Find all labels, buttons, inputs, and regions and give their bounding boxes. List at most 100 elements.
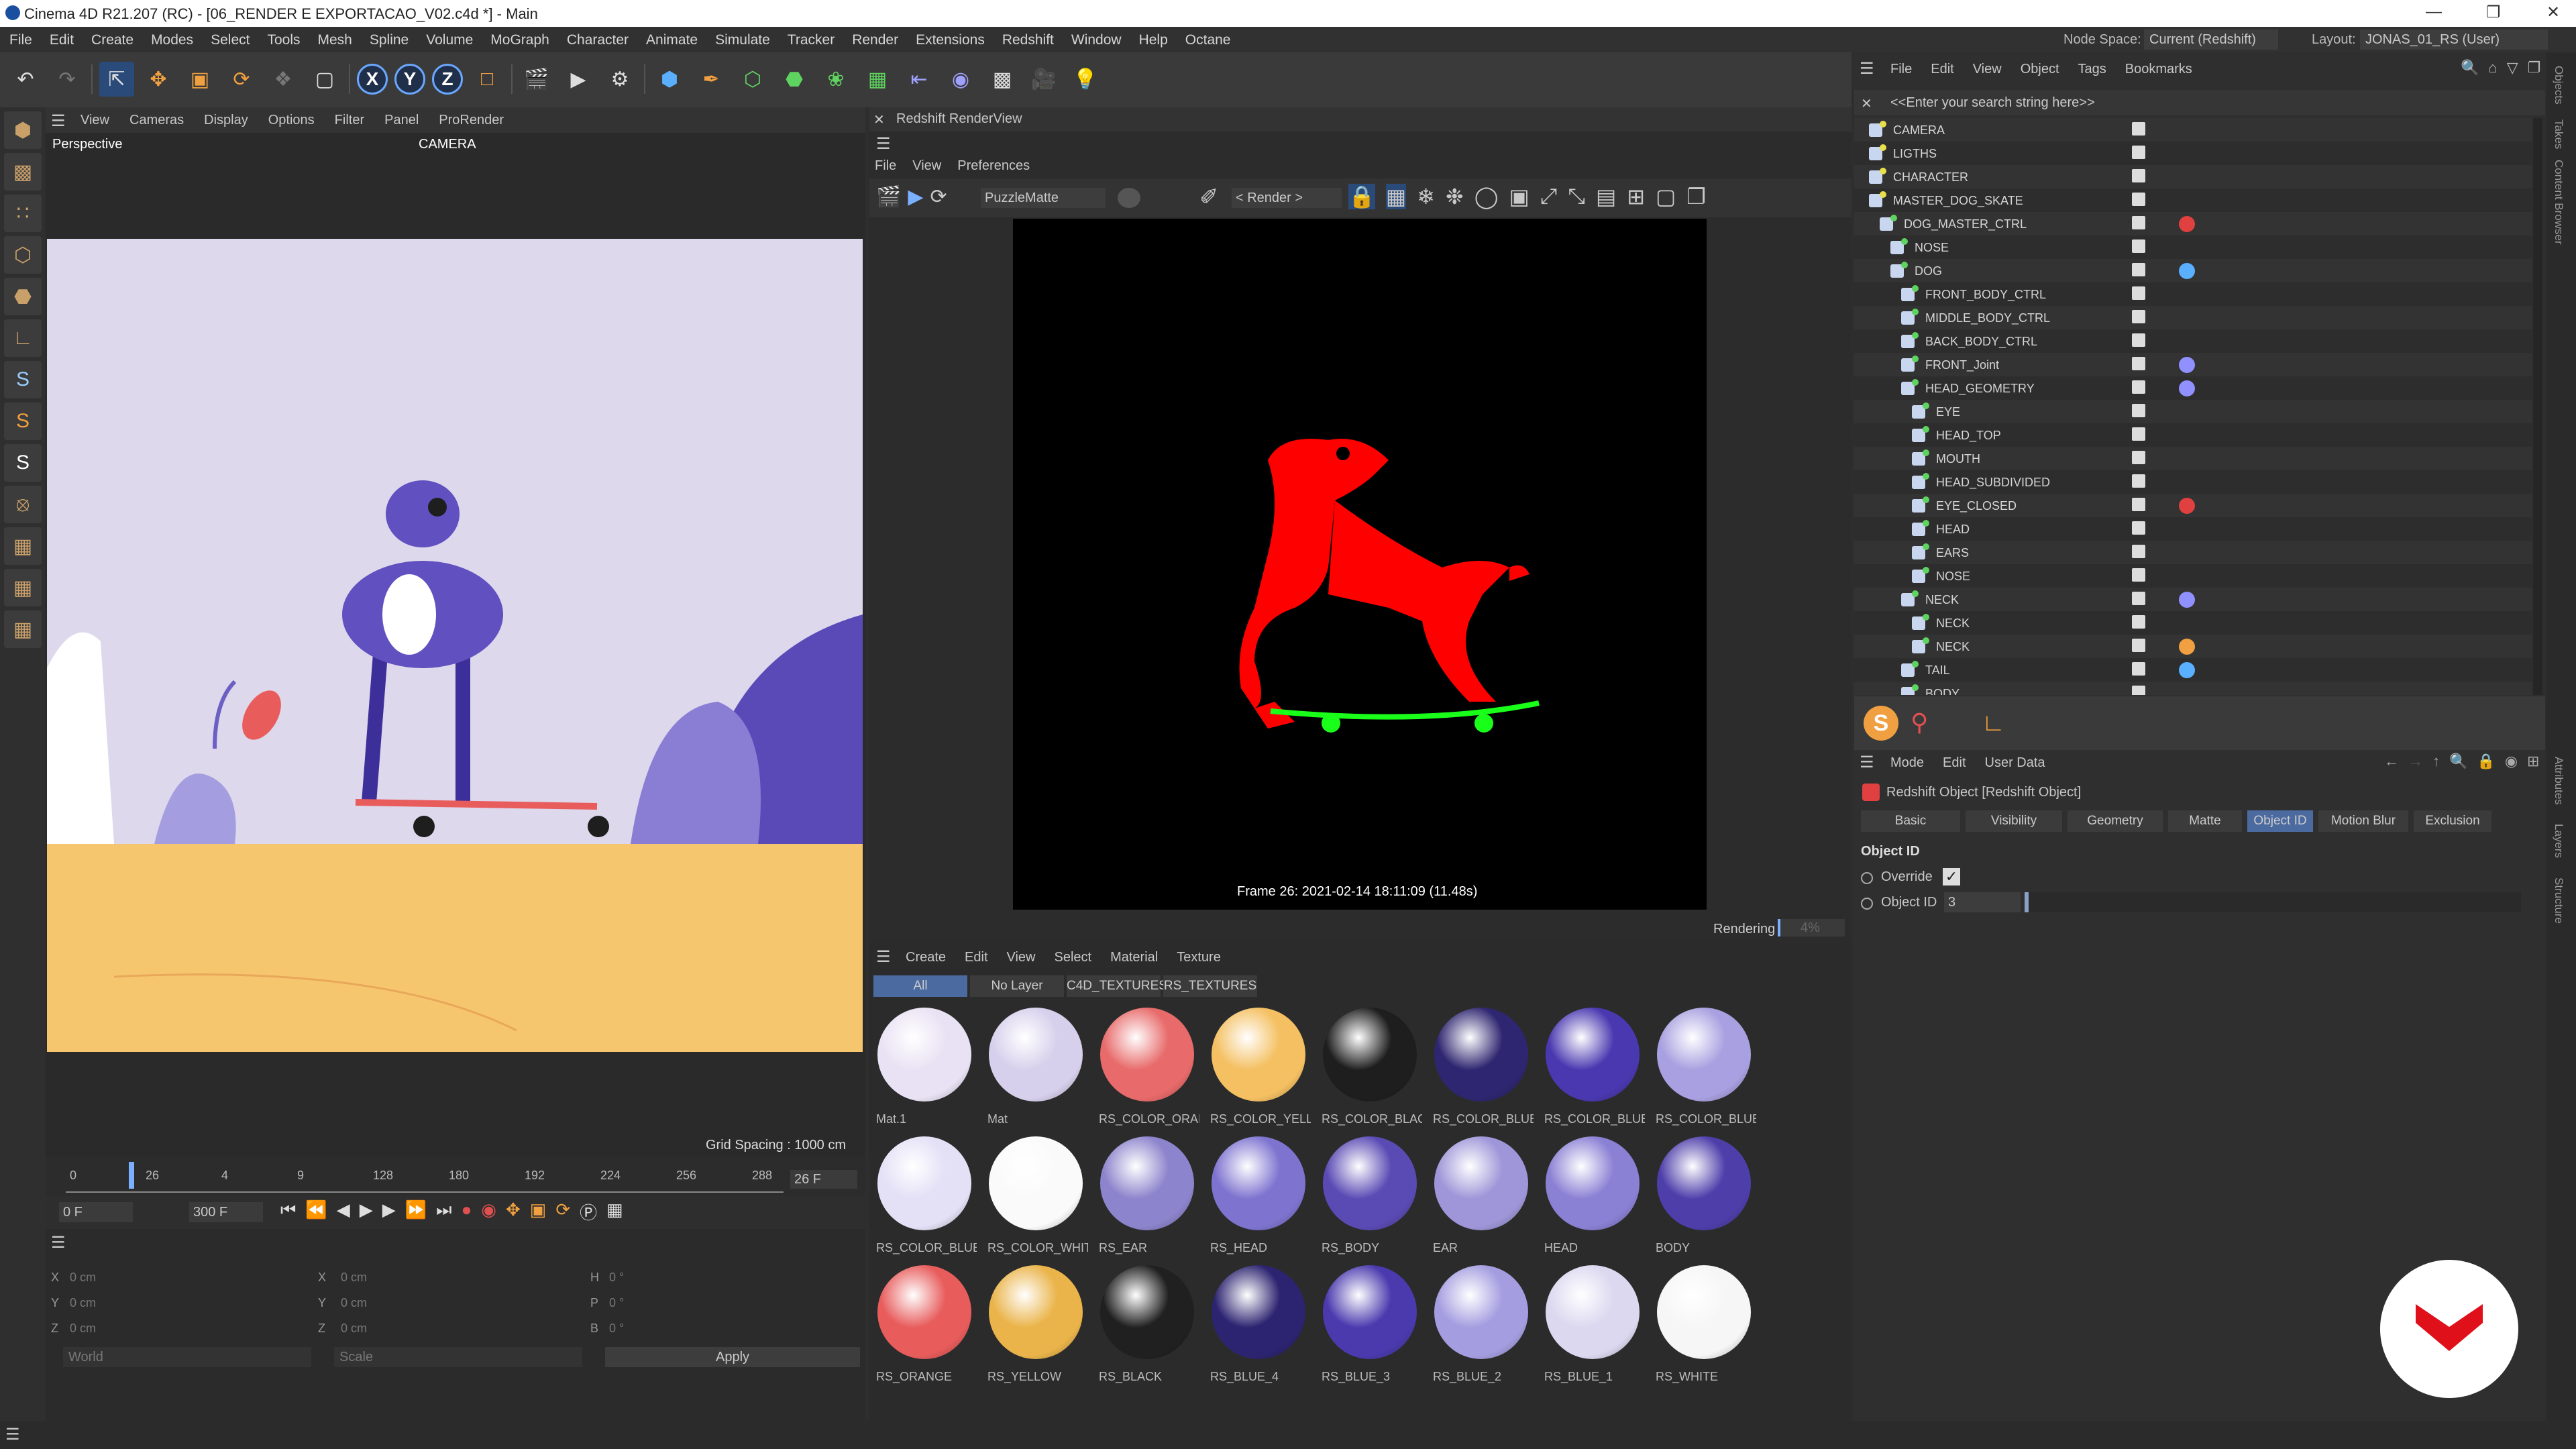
- viewport-menu-icon[interactable]: ☰: [51, 111, 66, 131]
- snapshot-icon[interactable]: ▢: [1656, 184, 1676, 209]
- material-menu-item-0[interactable]: Create: [906, 950, 946, 965]
- visibility-dot-icon[interactable]: [1880, 144, 1886, 151]
- object-id-field[interactable]: 3: [1944, 892, 2021, 912]
- object-enable-checkbox[interactable]: [2132, 310, 2145, 323]
- menu-item-3[interactable]: Modes: [151, 32, 193, 48]
- subdivision-icon[interactable]: ⬡: [735, 62, 770, 97]
- z-axis-icon[interactable]: Z: [432, 64, 463, 95]
- object-row[interactable]: EARS: [1854, 541, 2532, 564]
- rotate-icon[interactable]: ⟳: [224, 62, 259, 97]
- menu-item-7[interactable]: Spline: [370, 32, 409, 48]
- cloner-icon[interactable]: ❀: [818, 62, 853, 97]
- attribute-search-icon[interactable]: 🔍: [2449, 753, 2467, 770]
- size-z-field[interactable]: 0 cm: [341, 1322, 367, 1336]
- minimize-icon[interactable]: —: [2426, 3, 2442, 21]
- visibility-dot-icon[interactable]: [1912, 285, 1919, 292]
- object-tag-icon[interactable]: [2179, 357, 2195, 373]
- attribute-tab-5[interactable]: Motion Blur: [2318, 810, 2408, 832]
- edges-mode-icon[interactable]: ⬡: [4, 236, 42, 274]
- coordinate-system-icon[interactable]: □: [470, 62, 504, 97]
- material-menu-item-4[interactable]: Material: [1110, 950, 1158, 965]
- visibility-dot-icon[interactable]: [1923, 473, 1929, 480]
- back-arrow-icon[interactable]: ←: [2384, 753, 2399, 770]
- material-swatch[interactable]: RS_EAR: [1096, 1134, 1198, 1258]
- object-enable-checkbox[interactable]: [2132, 357, 2145, 370]
- attribute-tab-1[interactable]: Visibility: [1966, 810, 2062, 832]
- object-menu-item-4[interactable]: Tags: [2078, 62, 2106, 77]
- material-swatch[interactable]: RS_ORANGE: [873, 1263, 975, 1387]
- object-enable-checkbox[interactable]: [2132, 216, 2145, 229]
- clapper-icon[interactable]: 🎬: [876, 185, 901, 209]
- side-tab-1[interactable]: Takes: [2552, 119, 2565, 149]
- up-arrow-icon[interactable]: ↑: [2432, 753, 2440, 770]
- object-menu-item-2[interactable]: View: [1973, 62, 2002, 77]
- go-to-start-icon[interactable]: ⏮: [280, 1199, 296, 1224]
- side-tab-2[interactable]: Content Browser: [2552, 160, 2565, 245]
- axis-mode-icon[interactable]: ∟: [4, 319, 42, 357]
- material-menu-item-2[interactable]: View: [1007, 950, 1036, 965]
- light-icon[interactable]: 💡: [1068, 62, 1103, 97]
- object-enable-checkbox[interactable]: [2132, 521, 2145, 535]
- object-row[interactable]: MASTER_DOG_SKATE: [1854, 189, 2532, 212]
- object-menu-item-0[interactable]: File: [1890, 62, 1912, 77]
- select-tool-icon[interactable]: ⇱: [99, 62, 134, 97]
- aov-dropdown[interactable]: PuzzleMatte: [981, 188, 1106, 208]
- layout-dropdown[interactable]: JONAS_01_RS (User): [2360, 30, 2548, 50]
- search-icon[interactable]: 🔍: [2461, 59, 2479, 76]
- object-tag-icon[interactable]: [2179, 263, 2195, 279]
- visibility-dot-icon[interactable]: [1912, 684, 1919, 691]
- object-row[interactable]: BACK_BODY_CTRL: [1854, 329, 2532, 353]
- menu-item-2[interactable]: Create: [91, 32, 133, 48]
- redshift-s-icon[interactable]: S: [1864, 706, 1898, 741]
- next-key-icon[interactable]: ⏩: [405, 1199, 427, 1224]
- object-search-input[interactable]: <<Enter your search string here>>: [1890, 95, 2095, 111]
- object-enable-checkbox[interactable]: [2132, 498, 2145, 511]
- image-icon[interactable]: ▤: [1596, 184, 1616, 209]
- renderview-menu-item-1[interactable]: View: [912, 158, 941, 174]
- material-menu-item-1[interactable]: Edit: [965, 950, 987, 965]
- world-dropdown[interactable]: World: [63, 1347, 311, 1367]
- y-axis-icon[interactable]: Y: [394, 64, 425, 95]
- override-radio[interactable]: [1861, 872, 1873, 884]
- menu-item-19[interactable]: Octane: [1185, 32, 1231, 48]
- viewport-menu-item-3[interactable]: Options: [268, 113, 315, 128]
- param-key-icon[interactable]: Ⓟ: [580, 1199, 597, 1224]
- visibility-dot-icon[interactable]: [1912, 332, 1919, 339]
- circle-icon[interactable]: ◯: [1474, 184, 1499, 209]
- expand-icon[interactable]: ⤡: [1568, 184, 1585, 209]
- object-tag-icon[interactable]: [2179, 216, 2195, 232]
- add-snapshot-icon[interactable]: ⊞: [1627, 184, 1645, 209]
- sun-icon[interactable]: ❉: [1446, 184, 1464, 209]
- renderview-menu-item-0[interactable]: File: [875, 158, 896, 174]
- material-swatch[interactable]: RS_COLOR_WHITE: [985, 1134, 1088, 1258]
- material-swatch[interactable]: RS_COLOR_BLUE_: [873, 1134, 977, 1258]
- coord-x-field[interactable]: 0 cm: [70, 1271, 96, 1285]
- object-row[interactable]: FRONT_BODY_CTRL: [1854, 282, 2532, 306]
- material-menu-item-5[interactable]: Texture: [1177, 950, 1221, 965]
- redshift-tag-icon[interactable]: ⚲: [1911, 708, 1928, 737]
- prev-frame-icon[interactable]: ◀: [337, 1199, 350, 1224]
- visibility-dot-icon[interactable]: [1923, 496, 1929, 503]
- object-row[interactable]: EYE: [1854, 400, 2532, 423]
- side-tab-4[interactable]: Layers: [2552, 824, 2565, 858]
- object-id-radio[interactable]: [1861, 898, 1873, 910]
- visibility-dot-icon[interactable]: [1901, 238, 1908, 245]
- visibility-dot-icon[interactable]: [1912, 590, 1919, 597]
- material-swatch[interactable]: RS_BLUE_3: [1319, 1263, 1421, 1387]
- menu-item-13[interactable]: Tracker: [788, 32, 835, 48]
- menu-item-14[interactable]: Render: [852, 32, 898, 48]
- generator-icon[interactable]: ⬣: [777, 62, 812, 97]
- search-close-icon[interactable]: ✕: [1861, 95, 1872, 112]
- current-frame-field[interactable]: 26 F: [790, 1170, 857, 1189]
- snowflake-icon[interactable]: ❄: [1417, 184, 1435, 209]
- menu-item-18[interactable]: Help: [1139, 32, 1168, 48]
- viewport-menu-item-2[interactable]: Display: [204, 113, 248, 128]
- target-icon[interactable]: ◉: [2505, 753, 2518, 770]
- restore-icon[interactable]: ❐: [2486, 3, 2501, 22]
- object-enable-checkbox[interactable]: [2132, 380, 2145, 394]
- object-row[interactable]: NOSE: [1854, 564, 2532, 588]
- fit-icon[interactable]: ▣: [1509, 184, 1529, 209]
- undo-icon[interactable]: ↶: [8, 62, 43, 97]
- visibility-dot-icon[interactable]: [1901, 262, 1908, 268]
- grid-view-icon[interactable]: ▦: [1385, 184, 1407, 209]
